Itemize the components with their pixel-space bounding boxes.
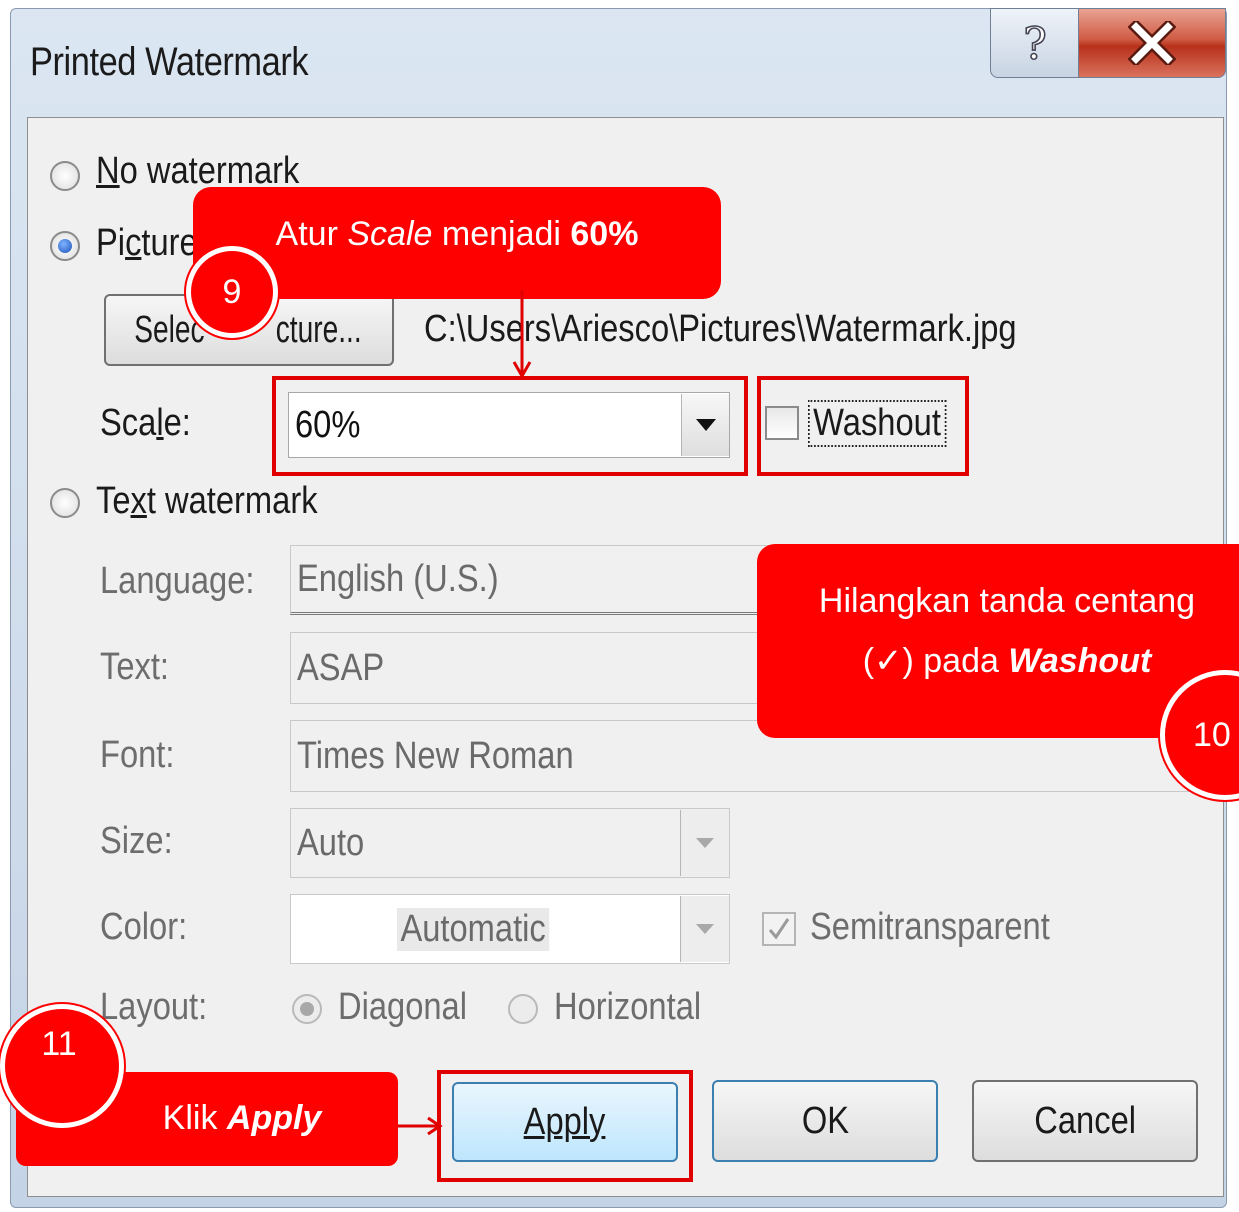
cancel-button[interactable]: Cancel: [972, 1080, 1198, 1162]
scale-label: Scale:: [100, 402, 191, 444]
no-watermark-radio[interactable]: [50, 161, 80, 191]
close-button[interactable]: [1078, 8, 1226, 78]
size-field[interactable]: Auto: [290, 808, 730, 878]
color-label: Color:: [100, 906, 188, 948]
language-field[interactable]: English (U.S.): [290, 545, 790, 615]
font-label: Font:: [100, 734, 175, 776]
size-dropdown-button[interactable]: [680, 810, 729, 876]
semitransparent-checkbox[interactable]: [762, 912, 796, 946]
layout-diagonal-label[interactable]: Diagonal: [338, 986, 467, 1029]
picture-watermark-label[interactable]: Picture: [96, 222, 198, 265]
step11-badge: 11: [0, 1004, 124, 1128]
layout-label: Layout:: [100, 986, 208, 1028]
washout-highlight-box: [757, 376, 969, 476]
chevron-down-icon: [696, 924, 714, 934]
text-watermark-label[interactable]: Text watermark: [96, 480, 318, 523]
chevron-down-icon: [696, 838, 714, 848]
text-field[interactable]: ASAP: [290, 632, 780, 704]
help-button[interactable]: ?: [990, 8, 1080, 78]
size-label: Size:: [100, 820, 173, 862]
help-icon: ?: [1022, 19, 1047, 67]
svg-text:?: ?: [1023, 19, 1047, 67]
text-label: Text:: [100, 646, 170, 688]
step9-badge: 9: [186, 246, 278, 338]
step11-arrow-icon: [398, 1116, 443, 1136]
color-dropdown-button[interactable]: [680, 896, 729, 962]
scale-highlight-box: [272, 376, 748, 476]
layout-horizontal-radio[interactable]: [508, 994, 538, 1024]
apply-highlight-box: [437, 1070, 693, 1182]
picture-watermark-radio[interactable]: [50, 231, 80, 261]
dialog-title: Printed Watermark: [30, 40, 309, 84]
layout-horizontal-label[interactable]: Horizontal: [554, 986, 701, 1029]
ok-button[interactable]: OK: [712, 1080, 938, 1162]
checkmark-icon: [768, 918, 790, 940]
text-watermark-radio[interactable]: [50, 488, 80, 518]
color-field[interactable]: Automatic: [290, 894, 730, 964]
step9-arrow-icon: [512, 290, 532, 380]
close-icon: [1128, 21, 1176, 65]
semitransparent-label[interactable]: Semitransparent: [810, 906, 1050, 949]
language-label: Language:: [100, 560, 255, 602]
layout-diagonal-radio[interactable]: [292, 994, 322, 1024]
